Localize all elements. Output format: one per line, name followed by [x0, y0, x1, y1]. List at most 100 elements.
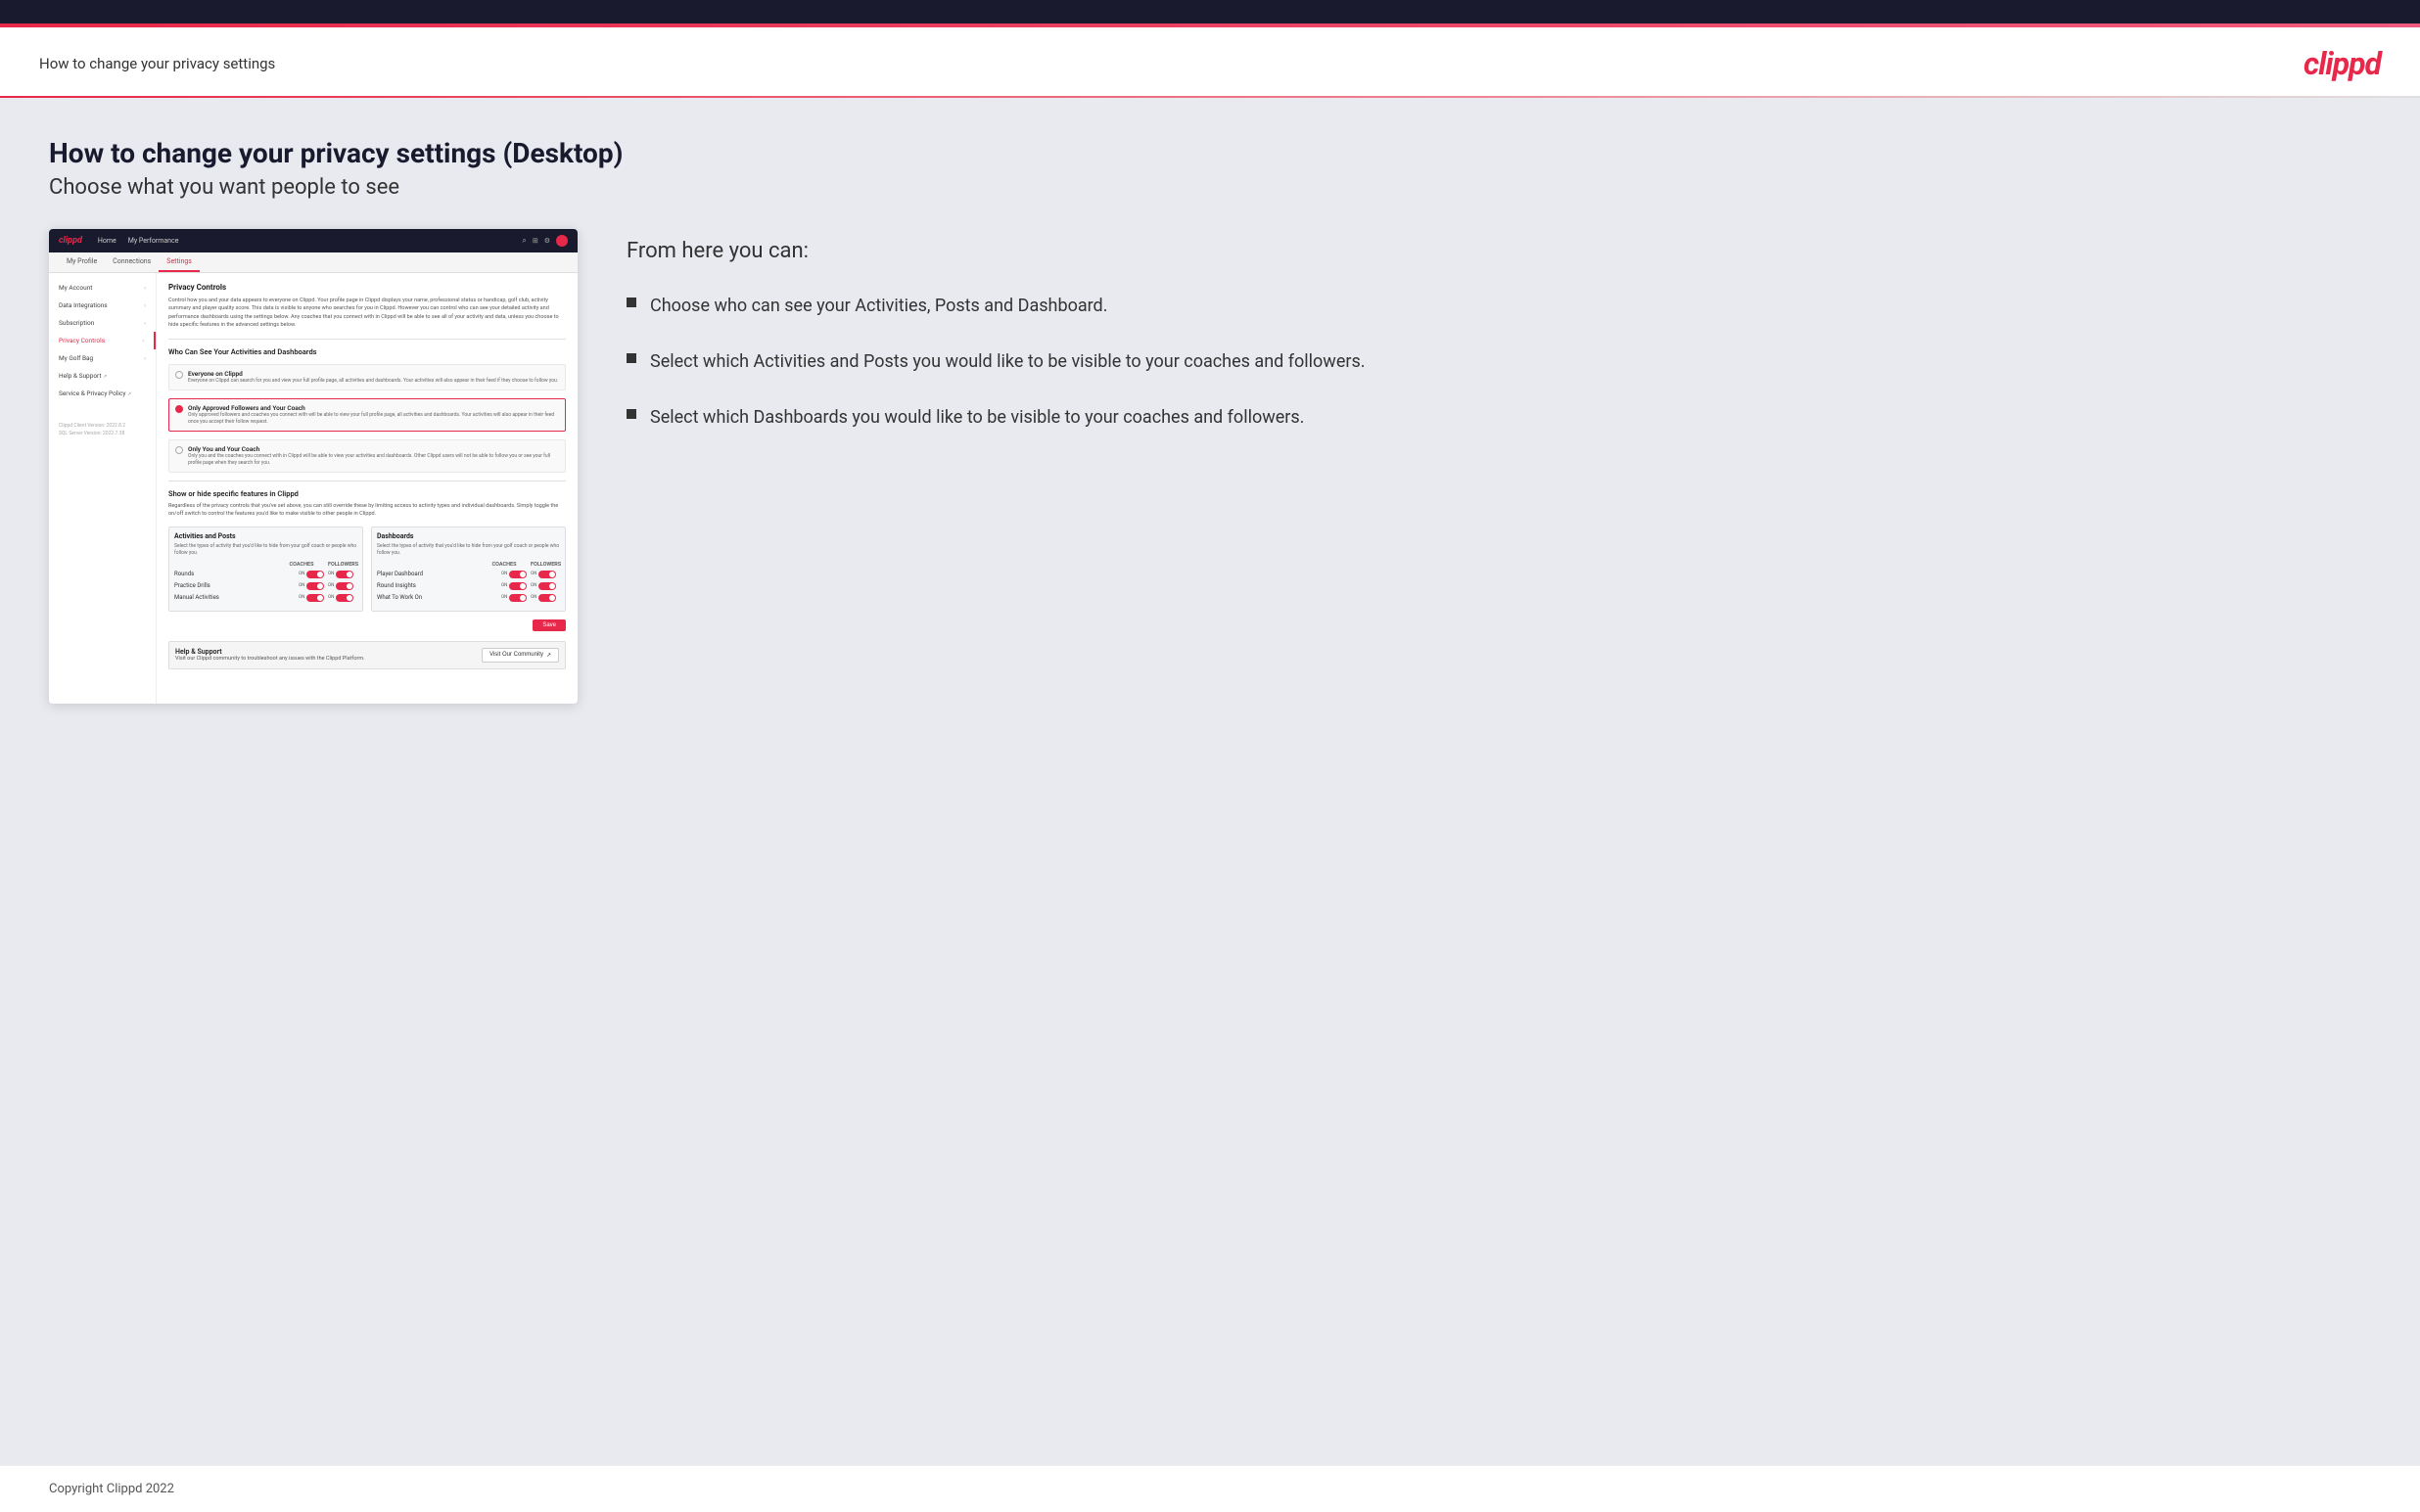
mock-toggle-manual-followers	[336, 594, 353, 602]
mock-manual-label: Manual Activities	[174, 594, 299, 601]
mock-toggle-player-coaches	[509, 571, 527, 578]
mock-radio-group: Everyone on Clippd Everyone on Clippd ca…	[168, 364, 566, 473]
mock-manual-coaches: ON	[299, 594, 328, 602]
mock-round-insights-row: Round Insights ON ON	[377, 582, 560, 590]
mock-body: My Account› Data Integrations› Subscript…	[49, 273, 578, 704]
mock-dashboards-title: Dashboards	[377, 532, 560, 540]
mock-radio-label-followers: Only Approved Followers and Your Coach	[188, 404, 559, 412]
mock-sidebar: My Account› Data Integrations› Subscript…	[49, 273, 157, 704]
bullet-text-3: Select which Dashboards you would like t…	[650, 404, 1304, 431]
mock-manual-followers: ON	[328, 594, 357, 602]
mock-logo: clippd	[59, 236, 82, 246]
bullet-item-3: Select which Dashboards you would like t…	[627, 404, 2371, 431]
mock-radio-coach-only: Only You and Your Coach Only you and the…	[168, 439, 566, 473]
mock-on-label-12: ON	[531, 595, 536, 600]
mock-radio-desc-everyone: Everyone on Clippd can search for you an…	[188, 378, 558, 385]
mock-sidebar-integrations: Data Integrations›	[49, 297, 156, 314]
mock-radio-dot-everyone	[175, 371, 183, 379]
logo-text: clippd	[2304, 45, 2381, 82]
bullet-text-2: Select which Activities and Posts you wo…	[650, 348, 1366, 375]
mock-tab-profile: My Profile	[59, 252, 105, 272]
mock-work-on-row: What To Work On ON ON	[377, 594, 560, 602]
mock-on-label-2: ON	[328, 572, 334, 576]
mock-activities-title: Activities and Posts	[174, 532, 357, 540]
from-here-title: From here you can:	[627, 239, 2371, 263]
mock-visit-community-label: Visit Our Community	[489, 652, 543, 658]
mock-on-label-7: ON	[501, 572, 507, 576]
mock-radio-dot-coach	[175, 446, 183, 454]
mock-search-icon: ⌕	[522, 236, 526, 246]
mock-nav-icons: ⌕ ⊞ ⚙	[522, 235, 568, 247]
bullet-square-1	[627, 298, 636, 307]
mock-nav-links: Home My Performance	[98, 237, 506, 245]
mock-help-title: Help & Support	[175, 648, 365, 656]
mock-toggle-drills-followers	[336, 582, 353, 590]
mock-privacy-title: Privacy Controls	[168, 283, 566, 292]
mock-toggle-workon-followers	[538, 594, 556, 602]
mock-on-label: ON	[299, 572, 304, 576]
mock-nav-home: Home	[98, 237, 116, 245]
copyright-text: Copyright Clippd 2022	[49, 1482, 174, 1496]
mock-radio-everyone: Everyone on Clippd Everyone on Clippd ca…	[168, 364, 566, 390]
mock-sidebar-subscription: Subscription›	[49, 314, 156, 332]
mock-save-button[interactable]: Save	[533, 619, 566, 631]
mock-nav-performance: My Performance	[128, 237, 179, 245]
mock-sidebar-privacy: Privacy Controls›	[49, 332, 156, 349]
bullet-text-1: Choose who can see your Activities, Post…	[650, 293, 1107, 319]
mock-dashboards-panel: Dashboards Select the types of activity …	[371, 527, 566, 612]
mock-round-insights-label: Round Insights	[377, 582, 501, 589]
page-subheading: Choose what you want people to see	[49, 175, 2371, 200]
mock-rounds-coaches: ON	[299, 571, 328, 578]
mock-on-label-5: ON	[299, 595, 304, 600]
mock-toggles-row: Activities and Posts Select the types of…	[168, 527, 566, 612]
page-browser-title: How to change your privacy settings	[39, 55, 275, 72]
bullet-square-3	[627, 409, 636, 419]
mock-toggle-insights-coaches	[509, 582, 527, 590]
mock-grid-icon: ⊞	[533, 237, 538, 245]
mock-sidebar-version: Clippd Client Version: 2022.8.2SQL Serve…	[49, 412, 156, 441]
mock-on-label-6: ON	[328, 595, 334, 600]
mock-activities-desc: Select the types of activity that you'd …	[174, 543, 357, 557]
bullet-square-2	[627, 353, 636, 363]
mock-work-on-followers: ON	[531, 594, 560, 602]
mock-dash-col-followers: FOLLOWERS	[531, 562, 560, 568]
mock-save-row: Save	[168, 619, 566, 631]
screenshot-wrapper: clippd Home My Performance ⌕ ⊞ ⚙ My Prof…	[49, 229, 578, 704]
mock-drills-row: Practice Drills ON ON	[174, 582, 357, 590]
mock-show-hide-title: Show or hide specific features in Clippd	[168, 489, 566, 498]
mock-radio-dot-followers	[175, 405, 183, 413]
clippd-logo: clippd	[2304, 45, 2381, 82]
top-bar	[0, 0, 2420, 27]
mock-visit-community-button[interactable]: Visit Our Community ↗	[482, 648, 559, 663]
mock-rounds-followers: ON	[328, 571, 357, 578]
mock-activities-panel: Activities and Posts Select the types of…	[168, 527, 363, 612]
mock-dashboards-desc: Select the types of activity that you'd …	[377, 543, 560, 557]
mock-on-label-8: ON	[531, 572, 536, 576]
mock-player-dash-followers: ON	[531, 571, 560, 578]
mock-toggle-rounds-followers	[336, 571, 353, 578]
footer: Copyright Clippd 2022	[0, 1465, 2420, 1512]
page-heading: How to change your privacy settings (Des…	[49, 137, 2371, 169]
mock-col-coaches: COACHES	[287, 562, 316, 568]
mock-on-label-11: ON	[501, 595, 507, 600]
mock-toggle-rounds-coaches	[306, 571, 324, 578]
mock-settings-icon: ⚙	[544, 237, 550, 245]
mock-help-desc: Visit our Clippd community to troublesho…	[175, 656, 365, 662]
mock-sidebar-privacy-policy: Service & Privacy Policy ↗	[49, 385, 156, 402]
mock-drills-coaches: ON	[299, 582, 328, 590]
main-content: How to change your privacy settings (Des…	[0, 98, 2420, 1465]
mock-toggle-insights-followers	[538, 582, 556, 590]
mock-privacy-desc: Control how you and your data appears to…	[168, 297, 566, 329]
mock-show-hide-desc: Regardless of the privacy controls that …	[168, 502, 566, 519]
mock-tab-settings: Settings	[159, 252, 200, 272]
mock-sidebar-account: My Account›	[49, 279, 156, 297]
mock-toggle-workon-coaches	[509, 594, 527, 602]
mock-main-panel: Privacy Controls Control how you and you…	[157, 273, 578, 704]
header: How to change your privacy settings clip…	[0, 27, 2420, 96]
mock-on-label-10: ON	[531, 583, 536, 588]
mock-activities-header: COACHES FOLLOWERS	[174, 562, 357, 568]
mock-dash-col-coaches: COACHES	[489, 562, 519, 568]
right-panel: From here you can: Choose who can see yo…	[627, 229, 2371, 431]
mock-dashboards-header: COACHES FOLLOWERS	[377, 562, 560, 568]
mock-tab-connections: Connections	[105, 252, 159, 272]
